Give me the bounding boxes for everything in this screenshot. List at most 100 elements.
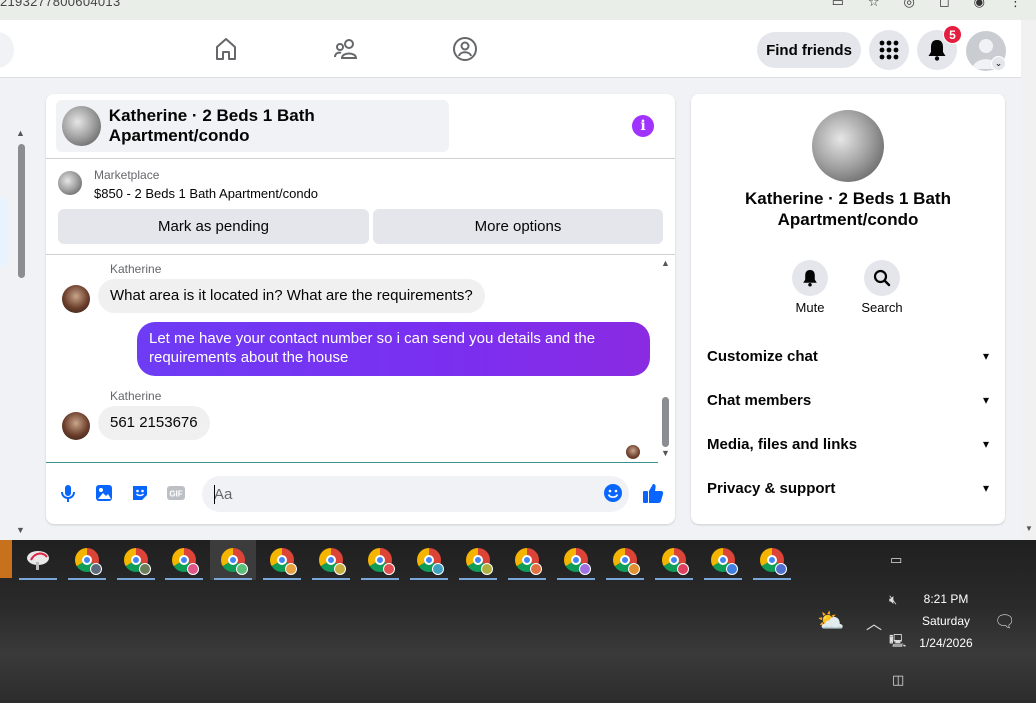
incoming-message[interactable]: 561 2153676 [98, 406, 210, 440]
scroll-up-arrow-icon[interactable]: ▲ [16, 128, 25, 138]
emoji-icon[interactable] [603, 483, 623, 503]
search-pill[interactable] [0, 32, 14, 68]
taskbar-chrome-window[interactable] [651, 540, 697, 580]
more-options-button[interactable]: More options [373, 209, 663, 244]
taskbar-chrome-window[interactable] [308, 540, 354, 580]
page-scrollbar[interactable]: ▼ [1021, 20, 1036, 540]
taskbar-underline [361, 578, 399, 580]
customize-chat-row[interactable]: Customize chat ▾ [707, 341, 989, 371]
taskbar-chrome-window-active[interactable] [210, 540, 256, 580]
profile-icon [187, 563, 199, 575]
device-icon[interactable]: ◫ [892, 672, 904, 688]
clock-day[interactable]: Saturday [916, 614, 976, 628]
taskbar-app-pinned[interactable] [15, 540, 61, 580]
chevron-up-icon[interactable]: ︿ [866, 610, 882, 634]
selected-conversation-indicator[interactable] [0, 198, 7, 266]
marketplace-thumbnail [58, 171, 82, 195]
sender-avatar[interactable] [62, 412, 90, 440]
scroll-down-arrow-icon[interactable]: ▼ [16, 525, 25, 535]
menu-button[interactable] [869, 30, 909, 70]
marketplace-label: Marketplace [94, 168, 160, 182]
listing-title[interactable]: $850 - 2 Beds 1 Bath Apartment/condo [94, 186, 318, 201]
groups-icon[interactable] [452, 36, 478, 62]
globe-icon[interactable]: ◎ [904, 0, 915, 10]
screen-icon[interactable]: ▭ [832, 0, 844, 10]
sticker-icon[interactable] [130, 483, 150, 503]
friends-icon[interactable] [333, 36, 359, 62]
divider [46, 158, 675, 159]
chrome-icon [368, 548, 395, 575]
incoming-message[interactable]: What area is it located in? What are the… [98, 279, 485, 313]
account-chevron-icon[interactable]: ⌄ [991, 56, 1006, 71]
network-icon[interactable]: 🖳 [889, 632, 906, 654]
taskbar-chrome-window[interactable] [749, 540, 795, 580]
taskbar-chrome-window[interactable] [700, 540, 746, 580]
clock-time[interactable]: 8:21 PM [916, 592, 976, 606]
battery-icon[interactable]: ▭ [890, 552, 902, 568]
gif-icon[interactable]: GIF [166, 483, 186, 503]
chrome-icon [75, 548, 102, 575]
profile-icon[interactable]: ◉ [974, 0, 985, 10]
chrome-icon [221, 548, 248, 575]
extension-icon[interactable]: ◻ [939, 0, 950, 10]
taskbar-underline [68, 578, 106, 580]
message-list: Katherine What area is it located in? Wh… [46, 256, 658, 462]
kebab-menu-icon[interactable]: ⋮ [1009, 0, 1022, 10]
clock-date[interactable]: 1/24/2026 [914, 636, 978, 650]
message-input[interactable] [202, 476, 629, 512]
mark-as-pending-button[interactable]: Mark as pending [58, 209, 369, 244]
find-friends-button[interactable]: Find friends [757, 32, 861, 68]
taskbar-chrome-window[interactable] [406, 540, 452, 580]
search-button[interactable] [864, 260, 900, 296]
taskbar-chrome-window[interactable] [455, 540, 501, 580]
profile-icon [579, 563, 591, 575]
message-scrollbar[interactable]: ▲ ▼ [658, 256, 675, 462]
taskbar-chrome-window[interactable] [504, 540, 550, 580]
taskbar-chrome-window[interactable] [161, 540, 207, 580]
taskbar-underline [214, 578, 252, 580]
row-label: Media, files and links [707, 435, 858, 453]
mute-button[interactable] [792, 260, 828, 296]
like-icon[interactable] [642, 482, 664, 504]
chat-header[interactable]: Katherine · 2 Beds 1 Bath Apartment/cond… [56, 100, 449, 152]
taskbar-underline [655, 578, 693, 580]
taskbar-chrome-window[interactable] [602, 540, 648, 580]
profile-icon [139, 563, 151, 575]
notification-center-icon[interactable]: 🗨︎ [994, 612, 1016, 632]
app-logo-icon [27, 551, 49, 570]
microphone-icon[interactable] [58, 483, 78, 503]
taskbar-chrome-window[interactable] [113, 540, 159, 580]
row-label: Chat members [707, 391, 812, 409]
scroll-down-arrow-icon[interactable]: ▼ [1025, 524, 1033, 533]
outgoing-message[interactable]: Let me have your contact number so i can… [137, 322, 650, 376]
chat-members-row[interactable]: Chat members ▾ [707, 385, 989, 415]
photo-icon[interactable] [94, 483, 114, 503]
media-files-links-row[interactable]: Media, files and links ▾ [707, 429, 989, 459]
scroll-down-arrow-icon[interactable]: ▼ [661, 448, 670, 458]
chevron-down-icon: ▾ [982, 437, 989, 451]
chrome-icon [515, 548, 542, 575]
profile-icon [481, 563, 493, 575]
taskbar-chrome-window[interactable] [357, 540, 403, 580]
taskbar-chrome-window[interactable] [553, 540, 599, 580]
weather-icon[interactable]: ⛅ [817, 608, 844, 634]
privacy-support-row[interactable]: Privacy & support ▾ [707, 473, 989, 503]
taskbar-chrome-window[interactable] [64, 540, 110, 580]
bell-icon [928, 40, 946, 61]
taskbar-chrome-window[interactable] [259, 540, 305, 580]
taskbar-underline [508, 578, 546, 580]
home-icon[interactable] [213, 36, 239, 62]
sender-avatar[interactable] [62, 285, 90, 313]
info-icon[interactable]: i [632, 115, 654, 137]
sidebar-scroll-thumb[interactable] [18, 144, 25, 278]
scroll-up-arrow-icon[interactable]: ▲ [661, 258, 670, 268]
profile-icon [677, 563, 689, 575]
address-bar-url[interactable]: 2193277800604013 [0, 0, 120, 9]
profile-icon [628, 563, 640, 575]
listing-photo[interactable] [812, 110, 884, 182]
speaker-muted-icon[interactable]: 🔇︎ [889, 592, 897, 608]
taskbar-underline [165, 578, 203, 580]
chrome-icon [466, 548, 493, 575]
bookmark-star-icon[interactable]: ☆ [868, 0, 880, 10]
message-scroll-thumb[interactable] [662, 397, 669, 447]
